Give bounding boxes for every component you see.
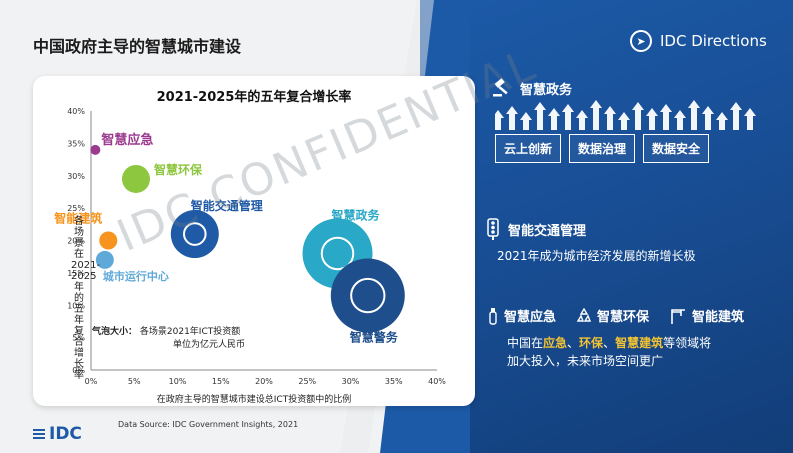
x-tick-label: 10% <box>169 377 187 386</box>
paper-plane-icon: ➤ <box>630 30 652 52</box>
x-tick-label: 35% <box>385 377 403 386</box>
bubble-label: 智慧警务 <box>349 330 399 345</box>
bubble-note-line2: 单位为亿元人民币 <box>173 340 246 350</box>
x-tick-label: 5% <box>128 377 141 386</box>
body-suffix: 等领域将 <box>663 336 712 350</box>
pill-data-security: 数据安全 <box>643 134 710 163</box>
fire-extinguisher-icon <box>489 307 497 325</box>
highlight-environment: 环保 <box>579 336 604 350</box>
body-sep1: 、 <box>567 336 580 350</box>
gavel-icon <box>493 78 508 97</box>
page-title: 中国政府主导的智慧城市建设 <box>33 37 242 56</box>
bubble-label: 智慧政务 <box>331 207 381 222</box>
highlight-emergency: 应急 <box>543 336 568 350</box>
growth-arrows-icon <box>495 100 756 130</box>
bubble-label: 城市运行中心 <box>103 269 169 283</box>
x-axis-title: 在政府主导的智慧城市建设总ICT投资额中的比例 <box>156 395 352 405</box>
idc-directions-logo: ➤ IDC Directions <box>630 30 767 52</box>
traffic-heading: 智能交通管理 <box>486 218 586 240</box>
bubble-label: 智慧环保 <box>153 162 203 177</box>
y-tick-label: 30% <box>67 172 85 181</box>
gov-heading: 智慧政务 <box>492 78 572 98</box>
gov-pill-row: 云上创新 数据治理 数据安全 <box>495 134 710 163</box>
pill-cloud-innovation: 云上创新 <box>495 134 562 163</box>
idc-footer-logo: IDC <box>33 424 82 444</box>
y-tick-label: 35% <box>67 139 85 148</box>
recycle-icon <box>576 307 592 322</box>
traffic-light-icon <box>487 218 499 240</box>
x-tick-label: 40% <box>428 377 446 386</box>
traffic-text: 2021年成为城市经济发展的新增长极 <box>497 249 696 263</box>
categories-row: 智慧应急 智慧环保 智能建筑 <box>487 306 744 325</box>
bubble-note-label: 气泡大小： <box>92 327 138 337</box>
cat-environment: 智慧环保 <box>597 310 650 325</box>
gov-title: 智慧政务 <box>520 82 573 98</box>
bubble-智能建筑 <box>99 231 118 250</box>
bubble-智慧应急 <box>90 144 101 155</box>
investment-text-line2: 加大投入，未来市场空间更广 <box>507 354 664 368</box>
bubble-label: 智慧应急 <box>101 132 153 148</box>
bubble-note-line1: 各场景2021年ICT投资额 <box>139 327 241 337</box>
bubble-size-note: 气泡大小： 各场景2021年ICT投资额 <box>92 324 240 337</box>
bubble-智慧警务 <box>330 258 405 333</box>
data-source: Data Source: IDC Government Insights, 20… <box>118 420 299 429</box>
cat-building: 智能建筑 <box>692 310 745 325</box>
idc-footer-text: IDC <box>49 424 82 444</box>
y-tick-label: 40% <box>67 107 85 116</box>
x-tick-label: 20% <box>255 377 273 386</box>
idc-lines-icon <box>33 429 45 439</box>
logo-text: IDC Directions <box>660 32 767 50</box>
investment-text-line1: 中国在应急、环保、智慧建筑等领域将 <box>507 334 711 351</box>
y-axis-title: 各场景在2021-2025 年的五年复合增长率 <box>71 216 101 381</box>
x-tick-label: 25% <box>298 377 316 386</box>
body-sep2: 、 <box>603 336 616 350</box>
x-tick-label: 30% <box>342 377 360 386</box>
highlight-building: 智慧建筑 <box>615 336 664 350</box>
crane-icon <box>671 308 686 324</box>
x-tick-label: 15% <box>212 377 230 386</box>
traffic-title: 智能交通管理 <box>508 223 587 239</box>
pill-data-governance: 数据治理 <box>569 134 636 163</box>
body-prefix: 中国在 <box>507 336 544 350</box>
bubble-智慧环保 <box>121 164 150 193</box>
cat-emergency: 智慧应急 <box>504 310 557 325</box>
